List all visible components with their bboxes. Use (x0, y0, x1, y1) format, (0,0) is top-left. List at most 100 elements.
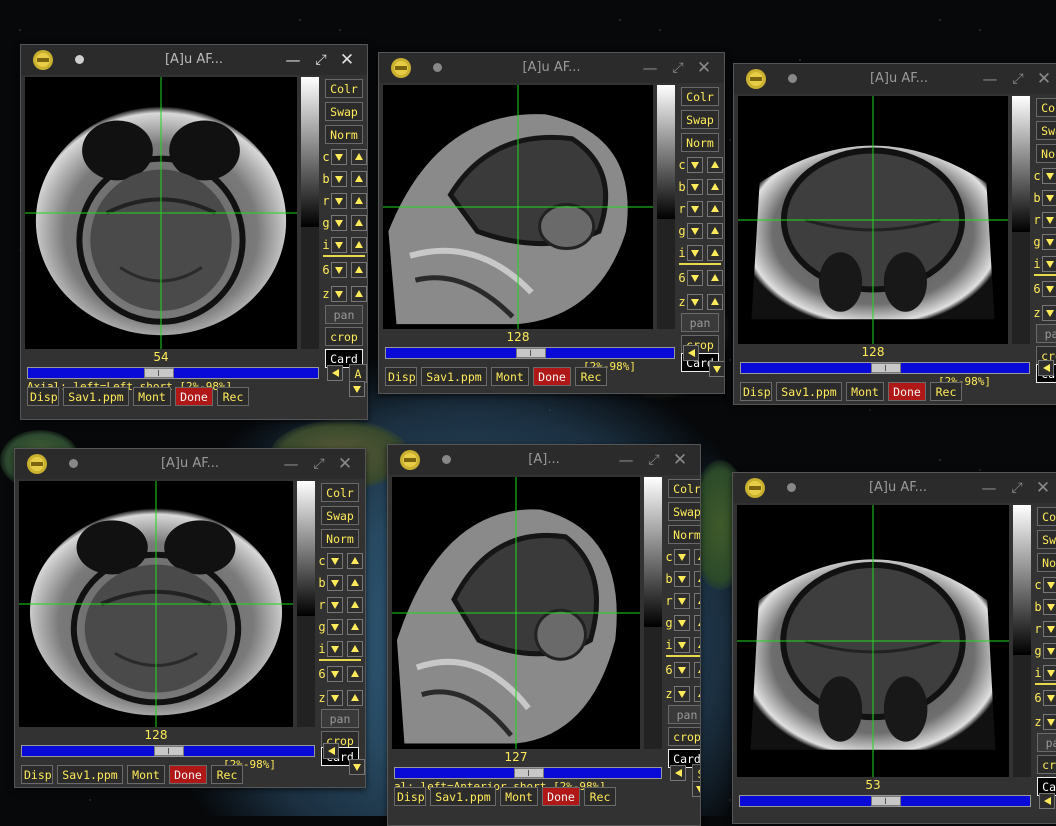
image-viewer-window[interactable]: [A]... — ⤢ ✕ Colr Swap Norm c b r g i 6 z pan crop Card… (387, 444, 701, 826)
decrement-arrow-icon[interactable] (1043, 690, 1056, 706)
norm-button[interactable]: Norm (321, 529, 359, 548)
image-viewer-window[interactable]: [A]u AF...—⤢✕ ColrSwapNormcbrgi6zpancrop… (378, 52, 725, 394)
window-titlebar[interactable]: [A]u AF... — ⤢ ✕ (379, 53, 724, 83)
close-icon[interactable]: ✕ (694, 58, 714, 78)
slider-left-arrow-icon[interactable] (323, 743, 339, 759)
pan-button[interactable]: pan (1036, 324, 1056, 343)
increment-arrow-icon[interactable] (707, 157, 723, 173)
disp-button[interactable]: Disp (21, 765, 53, 784)
slider-left-arrow-icon[interactable] (1039, 793, 1055, 809)
rec-button[interactable]: Rec (930, 382, 962, 401)
decrement-arrow-icon[interactable] (1043, 665, 1056, 681)
increment-arrow-icon[interactable] (351, 286, 367, 302)
slider-thumb[interactable] (871, 363, 901, 373)
decrement-arrow-icon[interactable] (674, 686, 690, 702)
decrement-arrow-icon[interactable] (327, 553, 343, 569)
window-titlebar[interactable]: [A]u AF... — ⤢ ✕ (734, 64, 1056, 94)
pan-button[interactable]: pan (325, 305, 363, 324)
decrement-arrow-icon[interactable] (1043, 621, 1056, 637)
decrement-arrow-icon[interactable] (327, 690, 343, 706)
mont-button[interactable]: Mont (846, 382, 884, 401)
swap-button[interactable]: Swap (681, 110, 719, 129)
image-viewer-window[interactable]: [A]u AF...—⤢✕ ColrSwapNormcbrgi6zpancrop… (733, 63, 1056, 405)
slice-slider[interactable] (27, 367, 319, 379)
increment-arrow-icon[interactable] (707, 201, 723, 217)
decrement-arrow-icon[interactable] (687, 201, 703, 217)
grayscale-colorbar[interactable] (301, 77, 319, 227)
increment-arrow-icon[interactable] (347, 690, 363, 706)
decrement-arrow-icon[interactable] (1043, 714, 1056, 730)
colr-button[interactable]: Colr (681, 87, 719, 106)
done-button[interactable]: Done (169, 765, 207, 784)
done-button[interactable]: Done (888, 382, 926, 401)
disp-button[interactable]: Disp (27, 387, 59, 406)
decrement-arrow-icon[interactable] (674, 549, 690, 565)
slider-thumb[interactable] (516, 348, 546, 358)
increment-arrow-icon[interactable] (694, 662, 700, 678)
decrement-arrow-icon[interactable] (331, 149, 347, 165)
slice-slider[interactable] (21, 745, 315, 757)
slider-left-arrow-icon[interactable] (327, 365, 343, 381)
maximize-icon[interactable]: ⤢ (311, 50, 331, 70)
decrement-arrow-icon[interactable] (331, 262, 347, 278)
slider-thumb[interactable] (514, 768, 544, 778)
brain-image-view[interactable] (737, 505, 1009, 777)
slice-slider[interactable] (740, 362, 1030, 374)
colr-button[interactable]: Colr (325, 79, 363, 98)
dropdown-arrow-icon[interactable] (349, 381, 365, 397)
increment-arrow-icon[interactable] (347, 619, 363, 635)
decrement-arrow-icon[interactable] (687, 157, 703, 173)
mont-button[interactable]: Mont (491, 367, 529, 386)
brain-image-view[interactable] (19, 481, 293, 727)
norm-button[interactable]: Norm (681, 133, 719, 152)
swap-button[interactable]: Swap (1036, 121, 1056, 140)
swap-button[interactable]: Swap (321, 506, 359, 525)
disp-button[interactable]: Disp (385, 367, 417, 386)
minimize-icon[interactable]: — (281, 454, 301, 474)
close-icon[interactable]: ✕ (335, 454, 355, 474)
image-viewer-window[interactable]: [A]u AF...—⤢✕ ColrSwapNormcbrgi6zpancrop… (732, 472, 1056, 824)
window-titlebar[interactable]: [A]u AF... — ⤢ ✕ (15, 449, 365, 479)
pan-button[interactable]: pan (668, 705, 700, 724)
increment-arrow-icon[interactable] (351, 262, 367, 278)
slider-thumb[interactable] (871, 796, 901, 806)
grayscale-colorbar[interactable] (644, 477, 662, 627)
decrement-arrow-icon[interactable] (331, 215, 347, 231)
swap-button[interactable]: Swap (1037, 530, 1056, 549)
slider-left-arrow-icon[interactable] (670, 765, 686, 781)
increment-arrow-icon[interactable] (347, 666, 363, 682)
grayscale-colorbar[interactable] (1012, 96, 1030, 232)
decrement-arrow-icon[interactable] (1042, 212, 1056, 228)
colr-button[interactable]: Colr (321, 483, 359, 502)
grayscale-colorbar[interactable] (1013, 505, 1031, 655)
maximize-icon[interactable]: ⤢ (309, 454, 329, 474)
decrement-arrow-icon[interactable] (687, 223, 703, 239)
window-titlebar[interactable]: [A]u AF... — ⤢ ✕ (733, 473, 1056, 503)
disp-button[interactable]: Disp (394, 787, 426, 806)
minimize-icon[interactable]: — (640, 58, 660, 78)
crop-button[interactable]: crop (668, 727, 700, 746)
crop-button[interactable]: crop (325, 327, 363, 346)
increment-arrow-icon[interactable] (351, 171, 367, 187)
decrement-arrow-icon[interactable] (1042, 305, 1056, 321)
increment-arrow-icon[interactable] (694, 571, 700, 587)
slice-slider[interactable] (739, 795, 1031, 807)
decrement-arrow-icon[interactable] (331, 193, 347, 209)
done-button[interactable]: Done (533, 367, 571, 386)
increment-arrow-icon[interactable] (351, 215, 367, 231)
minimize-icon[interactable]: — (980, 69, 1000, 89)
rec-button[interactable]: Rec (584, 787, 616, 806)
increment-arrow-icon[interactable] (351, 193, 367, 209)
colr-button[interactable]: Colr (1037, 507, 1056, 526)
decrement-arrow-icon[interactable] (674, 593, 690, 609)
close-icon[interactable]: ✕ (337, 50, 357, 70)
increment-arrow-icon[interactable] (694, 615, 700, 631)
sav-button[interactable]: Sav1.ppm (430, 787, 496, 806)
window-titlebar[interactable]: [A]u AF... — ⤢ ✕ (21, 45, 367, 75)
colr-button[interactable]: Colr (1036, 98, 1056, 117)
increment-arrow-icon[interactable] (351, 237, 367, 253)
increment-arrow-icon[interactable] (347, 597, 363, 613)
done-button[interactable]: Done (175, 387, 213, 406)
pan-button[interactable]: pan (681, 313, 719, 332)
maximize-icon[interactable]: ⤢ (1007, 478, 1027, 498)
